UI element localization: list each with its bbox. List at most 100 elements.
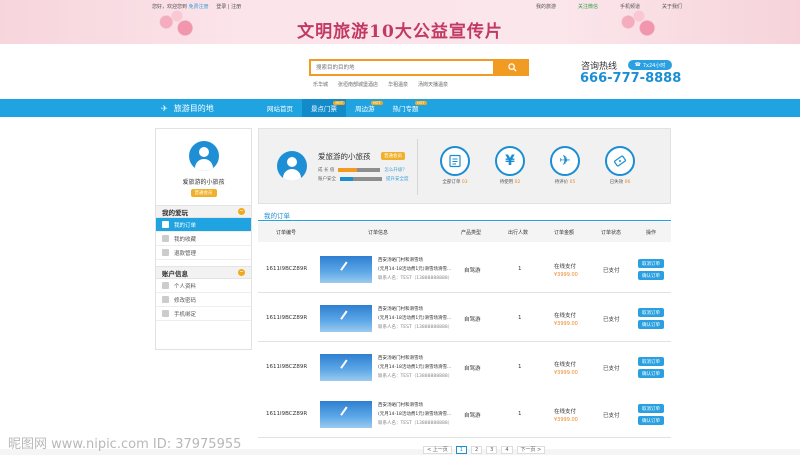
- order-contact: 联系人名：TEST（13888888888）: [378, 276, 453, 281]
- order-status: 已支付: [603, 366, 620, 372]
- page-button[interactable]: 4: [501, 446, 513, 454]
- order-thumbnail[interactable]: [320, 256, 372, 283]
- order-amount: ¥3999.00: [554, 417, 578, 423]
- product-type: 自驾游: [464, 268, 481, 274]
- login-link[interactable]: 登录 | 注册: [216, 4, 241, 10]
- confirm-order-button[interactable]: 确认订单: [638, 320, 664, 329]
- sidebar-item-refunds[interactable]: 退款管理: [156, 246, 251, 260]
- table-row: 1611I9BCZ89R 西安汤峪门村和滑雪场 (元月14-18活动费1元)滑雪…: [258, 294, 671, 342]
- nav-item-nearby[interactable]: 周边游 HOT: [346, 99, 384, 117]
- lock-icon: [162, 296, 169, 303]
- security-row: 账户安全 提升安全度: [318, 176, 409, 182]
- about-link[interactable]: 关于我们: [662, 3, 682, 10]
- order-thumbnail[interactable]: [320, 305, 372, 332]
- column-header: 产品类型: [461, 230, 482, 236]
- cancel-order-button[interactable]: 取消订单: [638, 308, 664, 317]
- order-contact: 联系人名：TEST（13888888888）: [378, 374, 453, 379]
- cancel-order-button[interactable]: 取消订单: [638, 259, 664, 268]
- nav-item-label: 网站首页: [267, 105, 293, 113]
- divider: [417, 139, 418, 195]
- hot-link[interactable]: 张垣南部城堡酒店: [338, 81, 378, 88]
- hot-link[interactable]: 华祖温泉: [388, 81, 408, 88]
- page-button[interactable]: 3: [486, 446, 498, 454]
- collapse-icon[interactable]: −: [238, 269, 245, 276]
- nav-items: 网站首页 景点门票 HOT 周边游 HOT 热门专题 HOT: [258, 99, 428, 117]
- sidebar-item-password[interactable]: 修改密码: [156, 293, 251, 307]
- stat-to-review[interactable]: ✈ 待评价 05: [543, 146, 587, 185]
- order-contact: 联系人名：TEST（13888888888）: [378, 325, 453, 330]
- hot-link[interactable]: 汤岗天播温泉: [418, 81, 448, 88]
- order-desc: (元月14-18活动费1元)滑雪场滑雪...: [378, 412, 452, 417]
- sidebar-item-profile[interactable]: 个人资料: [156, 279, 251, 293]
- confirm-order-button[interactable]: 确认订单: [638, 416, 664, 425]
- page-button[interactable]: 2: [470, 446, 483, 454]
- order-title[interactable]: 西安汤峪门村和滑雪场: [378, 257, 423, 263]
- confirm-order-button[interactable]: 确认订单: [638, 271, 664, 280]
- sidebar-section-account: 账户信息 −: [156, 266, 251, 279]
- wechat-link[interactable]: 关注微信: [578, 3, 598, 10]
- order-title[interactable]: 西安汤峪门村和滑雪场: [378, 355, 423, 361]
- sidebar-item-orders[interactable]: 我的订单: [156, 218, 251, 232]
- avatar[interactable]: [277, 151, 307, 181]
- hot-search-links: 乐华城 张垣南部城堡酒店 华祖温泉 汤岗天播温泉: [313, 81, 448, 88]
- upgrade-link[interactable]: 怎么升级？: [384, 167, 407, 173]
- search-icon: [507, 63, 517, 72]
- order-amount: ¥3999.00: [554, 272, 578, 278]
- collapse-icon[interactable]: −: [238, 208, 245, 215]
- refund-icon: [162, 249, 169, 256]
- sidebar-item-phone[interactable]: 手机绑定: [156, 307, 251, 321]
- prev-page-button[interactable]: < 上一页: [423, 446, 452, 454]
- banner-title[interactable]: 文明旅游10大公益宣传片: [0, 17, 800, 42]
- nav-item-label: 热门专题: [392, 105, 419, 113]
- mobile-link[interactable]: 手机频道: [620, 3, 640, 10]
- stat-label: 全部订单: [442, 180, 461, 185]
- stat-count: 02: [514, 180, 521, 185]
- member-badge: 普通会员: [190, 189, 217, 197]
- plane-icon: ✈: [550, 146, 580, 176]
- next-page-button[interactable]: 下一页 >: [516, 446, 546, 454]
- pay-method: 在线支付: [554, 313, 577, 319]
- order-status: 已支付: [603, 413, 620, 419]
- stat-all-orders[interactable]: 全部订单 03: [433, 146, 477, 185]
- order-status: 已支付: [603, 268, 620, 274]
- growth-bar: [338, 168, 381, 172]
- growth-label: 成 长 值: [318, 168, 335, 173]
- cancel-order-button[interactable]: 取消订单: [638, 404, 664, 413]
- security-label: 账户安全: [318, 177, 336, 182]
- order-thumbnail[interactable]: [320, 401, 372, 428]
- order-thumbnail[interactable]: [320, 354, 372, 381]
- page-button[interactable]: 1: [455, 446, 467, 454]
- pagination: < 上一页 1 2 3 4 下一页 >: [423, 446, 546, 454]
- sidebar-item-label: 手机绑定: [174, 311, 197, 318]
- stat-expired[interactable]: 已失效 06: [598, 146, 642, 185]
- stat-label: 待使用: [499, 180, 514, 185]
- welcome-bar: 您好，欢迎您到 免费注册 登录 | 注册: [152, 3, 241, 10]
- sidebar-item-favorites[interactable]: 我的收藏: [156, 232, 251, 246]
- cancel-order-button[interactable]: 取消订单: [638, 357, 664, 366]
- product-type: 自驾游: [464, 366, 481, 372]
- stat-to-use[interactable]: ¥ 待使用 02: [488, 146, 532, 185]
- avatar[interactable]: [188, 141, 219, 171]
- stat-count: 03: [461, 180, 468, 185]
- order-title[interactable]: 西安汤峪门村和滑雪场: [378, 402, 423, 408]
- nav-destination[interactable]: ✈ 旅游目的地: [155, 99, 255, 117]
- register-link[interactable]: 免费注册: [189, 4, 209, 10]
- nav-item-tickets[interactable]: 景点门票 HOT: [302, 99, 346, 117]
- order-number: 1611I9BCZ89R: [266, 411, 308, 417]
- nav-item-topics[interactable]: 热门专题 HOT: [384, 99, 428, 117]
- nav-item-home[interactable]: 网站首页: [258, 99, 302, 117]
- confirm-order-button[interactable]: 确认订单: [638, 369, 664, 378]
- search-box: [309, 59, 495, 76]
- order-title[interactable]: 西安汤峪门村和滑雪场: [378, 306, 423, 312]
- search-input[interactable]: [311, 61, 493, 74]
- hot-link[interactable]: 乐华城: [313, 81, 328, 88]
- security-bar-fill: [340, 177, 353, 181]
- hotline-badge-text: 7x24小时: [642, 62, 666, 69]
- yen-icon: ¥: [495, 146, 525, 176]
- star-icon: [162, 235, 169, 242]
- security-link[interactable]: 提升安全度: [386, 176, 409, 182]
- my-travel-link[interactable]: 我的旅游: [536, 3, 556, 10]
- welcome-text: 您好，欢迎您到: [152, 4, 188, 10]
- people-count: 1: [518, 266, 522, 272]
- search-button[interactable]: [495, 59, 529, 76]
